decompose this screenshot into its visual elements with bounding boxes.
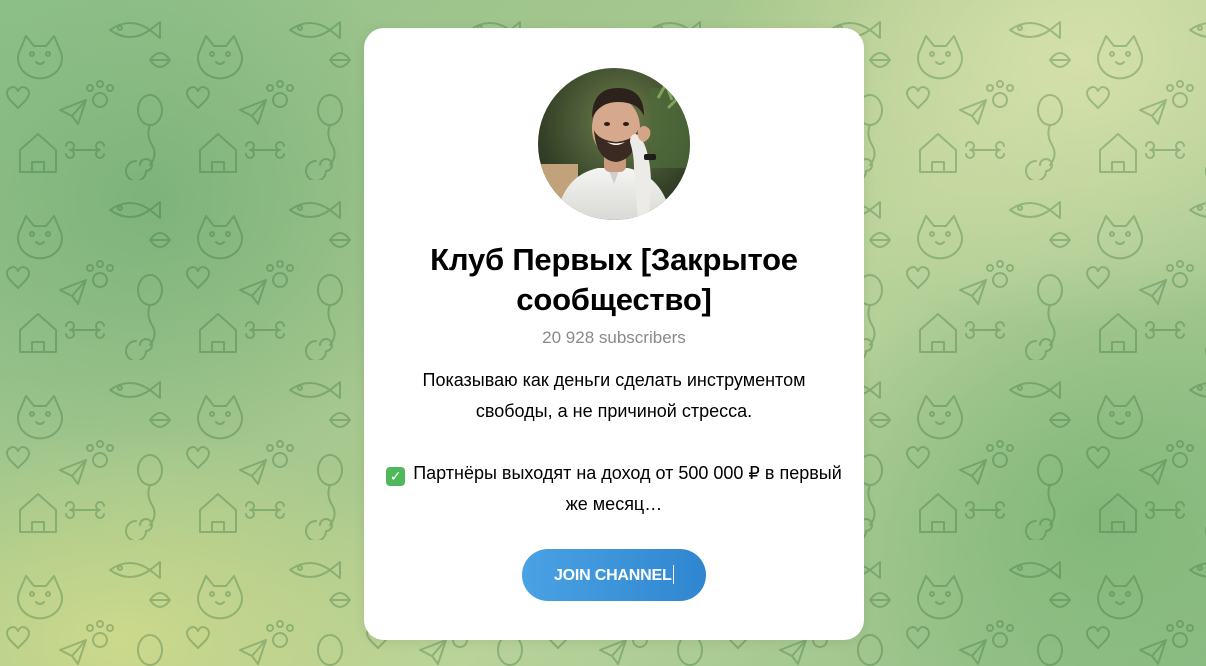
subscriber-count: 20 928 subscribers [542, 328, 686, 347]
text-cursor [672, 565, 675, 584]
channel-description: Показываю как деньги сделать инструменто… [384, 365, 844, 520]
channel-avatar [538, 68, 690, 220]
description-line-1: Показываю как деньги сделать инструменто… [422, 370, 806, 421]
description-line-2-text: Партнёры выходят на доход от 500 000 ₽ в… [413, 463, 842, 514]
channel-title: Клуб Первых [Закрытое сообщество] [430, 242, 798, 317]
description-line-2: ✓ Партнёры выходят на доход от 500 000 ₽ … [384, 458, 844, 520]
check-mark-icon: ✓ [386, 467, 406, 486]
join-channel-button[interactable]: Join Channel [522, 549, 706, 601]
channel-card: Клуб Первых [Закрытое сообщество] 20 928… [364, 28, 864, 640]
join-channel-label: Join Channel [553, 567, 672, 584]
